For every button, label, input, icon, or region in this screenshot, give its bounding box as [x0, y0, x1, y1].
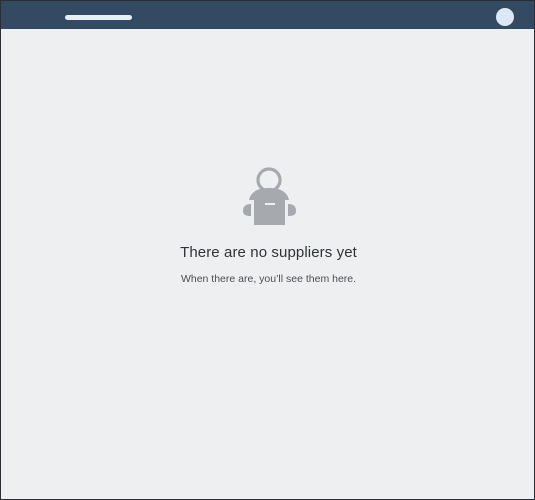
- empty-state-panel: [1, 29, 534, 499]
- supplier-person-icon: [243, 167, 296, 225]
- empty-state-title: There are no suppliers yet: [180, 244, 357, 261]
- user-avatar-icon[interactable]: [496, 8, 514, 26]
- empty-state-subtitle: When there are, you’ll see them here.: [180, 273, 357, 285]
- app-title-placeholder: [65, 15, 132, 20]
- top-navigation-bar: [1, 1, 534, 29]
- app-window: There are no suppliers yet When there ar…: [0, 0, 535, 500]
